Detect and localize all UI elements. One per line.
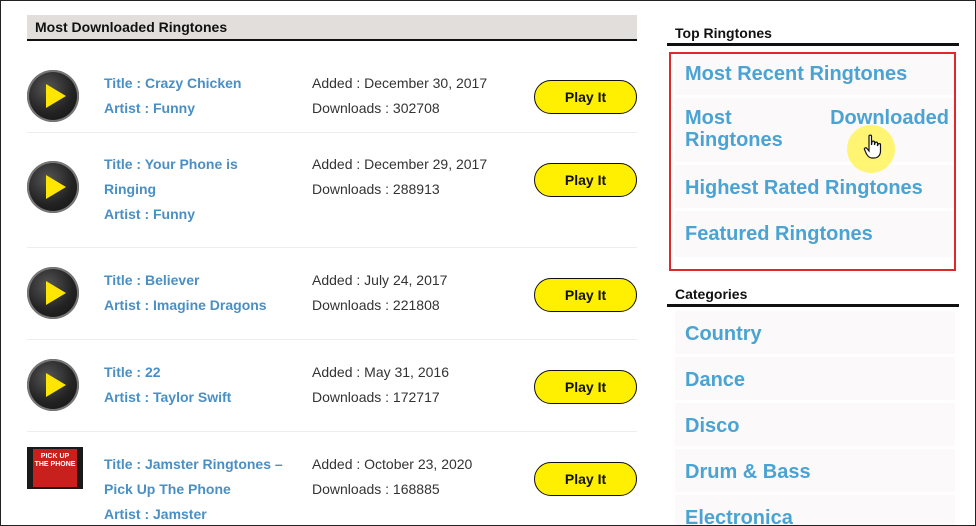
highlight-box	[669, 52, 956, 271]
sidebar-top-title-wrap: Top Ringtones	[667, 23, 959, 46]
download-count: Downloads : 168885	[312, 481, 440, 497]
thumbnail-image: PICK UP THE PHONE	[33, 449, 77, 487]
download-count: Downloads : 221808	[312, 297, 440, 313]
main-list: Most Downloaded Ringtones Title : Crazy …	[27, 15, 637, 525]
play-button[interactable]: Play It	[534, 163, 637, 197]
list-item: PICK UP THE PHONE Title : Jamster Ringto…	[27, 432, 637, 525]
hand-cursor-icon	[863, 134, 885, 165]
section-title: Most Downloaded Ringtones	[27, 15, 637, 41]
list-item: Title : Your Phone is Ringing Artist : F…	[27, 133, 637, 248]
category-item[interactable]: Drum & Bass	[675, 449, 955, 494]
category-label: Country	[685, 323, 762, 345]
category-label: Drum & Bass	[685, 461, 811, 483]
list-item: Title : Believer Artist : Imagine Dragon…	[27, 248, 637, 340]
added-date: Added : December 29, 2017	[312, 156, 488, 172]
ringtone-title[interactable]: Title : Crazy Chicken	[104, 71, 304, 96]
added-date: Added : July 24, 2017	[312, 272, 448, 288]
play-icon[interactable]	[27, 359, 79, 411]
ringtone-title[interactable]: Title : Your Phone is	[104, 152, 304, 177]
category-item[interactable]: Electronica	[675, 495, 955, 526]
ringtone-title[interactable]: Pick Up The Phone	[104, 477, 304, 502]
page-frame: Most Downloaded Ringtones Title : Crazy …	[0, 0, 976, 526]
added-date: Added : December 30, 2017	[312, 75, 488, 91]
category-item[interactable]: Country	[675, 311, 955, 356]
ringtone-thumbnail[interactable]: PICK UP THE PHONE	[27, 447, 83, 489]
play-button[interactable]: Play It	[534, 278, 637, 312]
ringtone-artist[interactable]: Artist : Funny	[104, 202, 304, 227]
download-count: Downloads : 288913	[312, 181, 440, 197]
category-item[interactable]: Disco	[675, 403, 955, 448]
ringtone-title[interactable]: Ringing	[104, 177, 304, 202]
play-icon[interactable]	[27, 267, 79, 319]
play-button[interactable]: Play It	[534, 80, 637, 114]
added-date: Added : May 31, 2016	[312, 364, 449, 380]
download-count: Downloads : 302708	[312, 100, 440, 116]
category-label: Disco	[685, 415, 740, 437]
list-item: Title : Crazy Chicken Artist : Funny Add…	[27, 41, 637, 133]
categories-title: Categories	[667, 284, 959, 307]
play-icon[interactable]	[27, 70, 79, 122]
play-button[interactable]: Play It	[534, 370, 637, 404]
top-ringtones-title: Top Ringtones	[667, 23, 959, 46]
ringtone-artist[interactable]: Artist : Imagine Dragons	[104, 293, 304, 318]
download-count: Downloads : 172717	[312, 389, 440, 405]
play-button[interactable]: Play It	[534, 462, 637, 496]
ringtone-artist[interactable]: Artist : Jamster	[104, 502, 304, 525]
ringtone-title[interactable]: Title : Jamster Ringtones –	[104, 452, 304, 477]
ringtone-artist[interactable]: Artist : Taylor Swift	[104, 385, 304, 410]
ringtone-title[interactable]: Title : Believer	[104, 268, 304, 293]
ringtone-title[interactable]: Title : 22	[104, 360, 304, 385]
play-icon[interactable]	[27, 161, 79, 213]
category-label: Electronica	[685, 507, 793, 526]
category-label: Dance	[685, 369, 746, 391]
categories-title-wrap: Categories	[667, 284, 959, 307]
category-item[interactable]: Dance	[675, 357, 955, 402]
ringtone-artist[interactable]: Artist : Funny	[104, 96, 304, 121]
list-item: Title : 22 Artist : Taylor Swift Added :…	[27, 340, 637, 432]
added-date: Added : October 23, 2020	[312, 456, 473, 472]
